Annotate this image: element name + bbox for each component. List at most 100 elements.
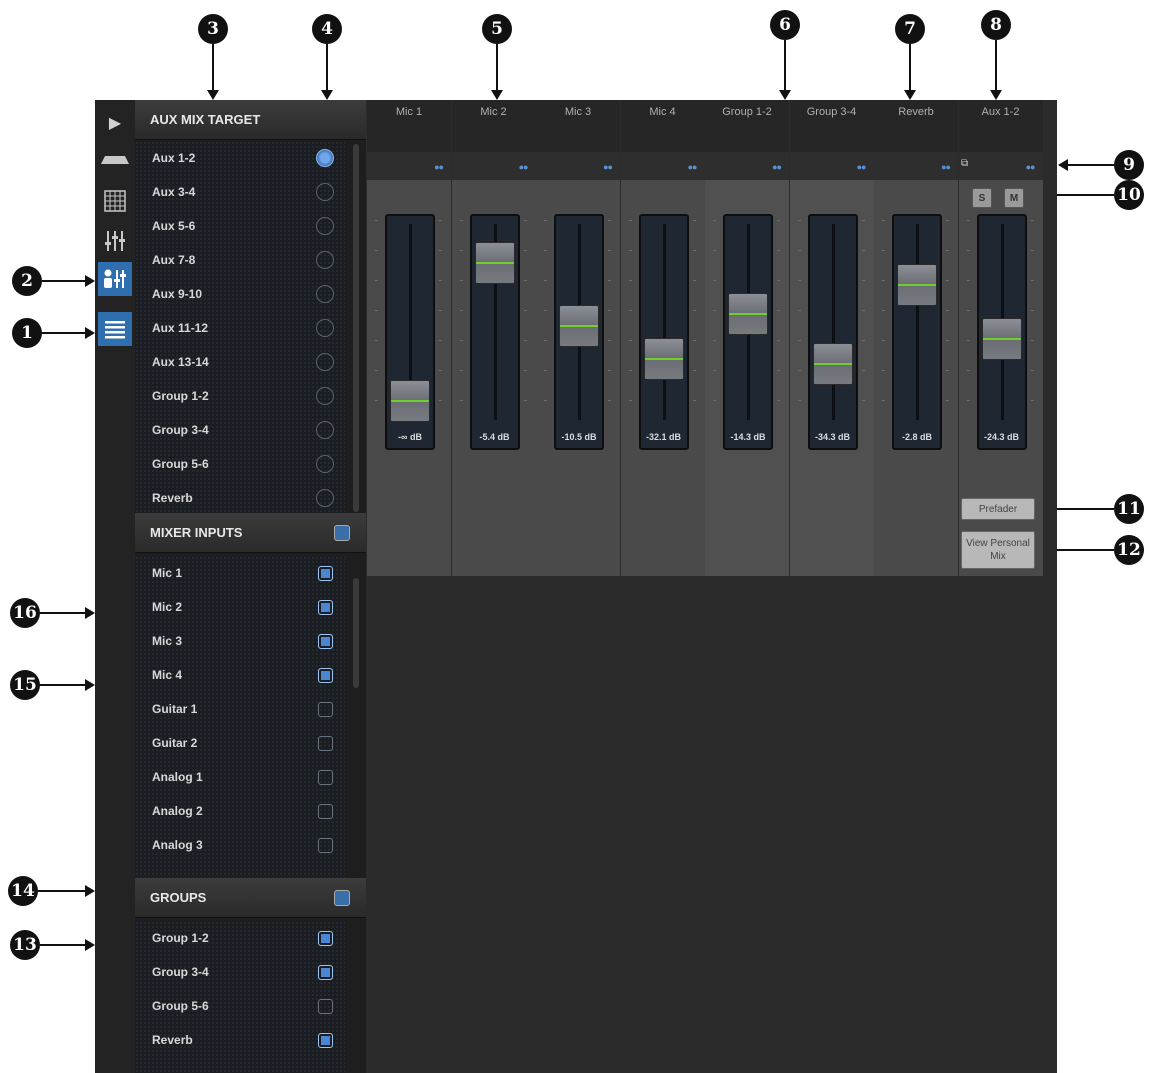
group-row[interactable]: Group 3-4 [135,955,345,989]
channel-body: -5.4 dB [451,180,536,576]
aux-mix-icon[interactable] [98,262,132,296]
aux-target-row[interactable]: Aux 1-2 [135,141,345,175]
row-label: Analog 3 [152,838,203,852]
fader-track[interactable]: -5.4 dB [469,214,520,450]
aux-target-row[interactable]: Reverb [135,481,345,515]
routing-grid-icon[interactable] [98,184,132,218]
fader-track[interactable]: -2.8 dB [892,214,942,450]
channel-routing[interactable]: ●● [705,152,789,181]
mixer-input-row[interactable]: Analog 2 [135,794,345,828]
mixer-input-row[interactable]: Analog 3 [135,828,345,862]
show-checkbox[interactable] [318,964,333,980]
target-radio[interactable] [316,387,334,405]
target-radio[interactable] [316,489,334,507]
show-checkbox[interactable] [318,930,333,946]
channel-routing[interactable]: ●● [620,152,705,181]
group-row[interactable]: Group 1-2 [135,921,345,955]
channel-routing[interactable]: ●● [367,152,451,181]
solo-button[interactable]: S [972,188,992,208]
target-radio[interactable] [316,149,334,167]
show-checkbox[interactable] [318,701,333,717]
mixer-input-row[interactable]: Guitar 1 [135,692,345,726]
channel-routing[interactable]: ●● [789,152,874,181]
aux-target-row[interactable]: Group 3-4 [135,413,345,447]
fader-cap[interactable] [474,241,515,284]
show-checkbox[interactable] [318,837,333,853]
aux-link-icon[interactable]: ⧉ [961,158,973,172]
target-radio[interactable] [316,217,334,235]
expand-arrow-icon[interactable]: ▶ [98,106,132,140]
tick-marks-right [777,220,780,430]
mixer-input-row[interactable]: Mic 2 [135,590,345,624]
fader-track[interactable]: -24.3 dB [976,214,1027,450]
fader-cap[interactable] [559,305,599,347]
tick-marks-left [713,220,716,430]
aux-target-row[interactable]: Aux 7-8 [135,243,345,277]
fader-track[interactable]: -∞ dB [385,214,435,450]
aux-target-row[interactable]: Aux 13-14 [135,345,345,379]
mixer-faders-icon[interactable] [98,224,132,258]
mixer-input-row[interactable]: Analog 1 [135,760,345,794]
mixer-input-row[interactable]: Mic 1 [135,556,345,590]
prefader-button[interactable]: Prefader [961,498,1035,520]
device-icon[interactable] [98,144,132,178]
channel-routing[interactable]: ●● [536,152,620,181]
group-row[interactable]: Reverb [135,1023,345,1057]
aux-target-row[interactable]: Aux 5-6 [135,209,345,243]
target-radio[interactable] [316,455,334,473]
callout-14-arrow [38,890,85,892]
aux-target-row[interactable]: Aux 9-10 [135,277,345,311]
channel-list-icon[interactable] [98,312,132,346]
fader-db-readout: -14.3 dB [730,432,766,442]
mixer-input-row[interactable]: Mic 3 [135,624,345,658]
show-checkbox[interactable] [318,565,333,581]
callout-6: 6 [770,10,800,40]
aux-target-row[interactable]: Group 5-6 [135,447,345,481]
fader-cap[interactable] [390,379,430,422]
mixer-input-row[interactable]: Mic 4 [135,658,345,692]
target-radio[interactable] [316,353,334,371]
target-radio[interactable] [316,183,334,201]
fader-cap[interactable] [728,293,768,336]
group-row[interactable]: Group 5-6 [135,989,345,1023]
fader-track[interactable]: -10.5 dB [554,214,604,450]
fader-cap[interactable] [812,343,853,386]
fader-track[interactable]: -32.1 dB [638,214,689,450]
target-radio[interactable] [316,251,334,269]
groups-select-all[interactable] [334,890,350,906]
aux-target-row[interactable]: Aux 3-4 [135,175,345,209]
show-checkbox[interactable] [318,803,333,819]
show-checkbox[interactable] [318,998,333,1014]
fader-cap[interactable] [981,318,1022,361]
channel-routing[interactable]: ●● [451,152,536,181]
callout-8-arrow [995,40,997,90]
target-radio[interactable] [316,285,334,303]
show-checkbox[interactable] [318,735,333,751]
show-checkbox[interactable] [318,633,333,649]
mute-button[interactable]: M [1004,188,1024,208]
inputs-list-scrollbar[interactable] [353,578,359,688]
fader-cap[interactable] [643,338,684,381]
tick-marks-left [544,220,547,430]
fader-db-readout: -2.8 dB [901,432,932,442]
show-checkbox[interactable] [318,667,333,683]
channel-strip: Group 3-4 ●● -34.3 dB [789,100,874,576]
aux-list-scrollbar[interactable] [353,144,359,512]
target-radio[interactable] [316,319,334,337]
tick-marks-left [459,220,463,430]
fader-track[interactable]: -34.3 dB [807,214,858,450]
fader-cap[interactable] [897,263,937,306]
aux-target-row[interactable]: Aux 11-12 [135,311,345,345]
mixer-input-row[interactable]: Guitar 2 [135,726,345,760]
show-checkbox[interactable] [318,769,333,785]
show-checkbox[interactable] [318,599,333,615]
icon-bar: ▶ [95,100,136,1073]
mixer-inputs-select-all[interactable] [334,525,350,541]
target-radio[interactable] [316,421,334,439]
channel-routing[interactable]: ●● [874,152,958,181]
view-personal-mix-button[interactable]: View Personal Mix [961,531,1035,569]
aux-target-row[interactable]: Group 1-2 [135,379,345,413]
show-checkbox[interactable] [318,1032,333,1048]
fader-track[interactable]: -14.3 dB [723,214,773,450]
fader-db-readout: -32.1 dB [645,432,681,442]
